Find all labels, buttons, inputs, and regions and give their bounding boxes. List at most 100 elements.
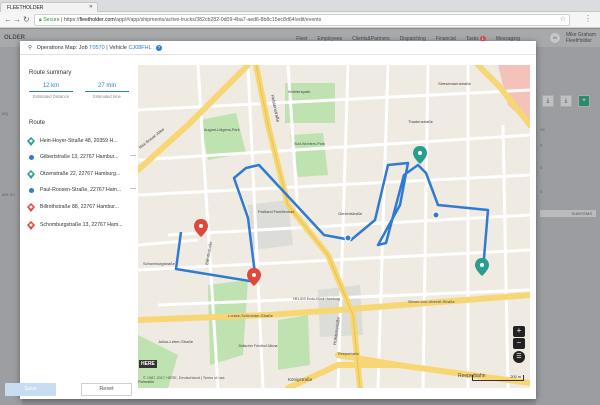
route-stop[interactable]: Schomburgstraße 13, 22767 Ham... [24,218,136,232]
place-label: Festland Familienbad [258,210,294,214]
time-value: 27 min [85,83,129,92]
route-stop-address: Schomburgstraße 13, 22767 Ham... [40,222,123,228]
address-bar: ← → ↻ 🔒︎ Secure | https://fleetholder.co… [0,12,600,28]
route-summary-title: Route summary [29,70,72,76]
remove-stop-icon[interactable]: — [130,153,136,159]
modal-header: ⚲ Operations Map: Job T0570 | Vehicle CJ… [20,41,536,55]
app-left-panel: ary are no [0,47,22,405]
secure-label: Secure [43,17,60,23]
street-label: Gerichtstraße [338,211,363,216]
teal-marker-icon[interactable] [413,146,427,164]
waypoint-dot-icon [27,153,34,160]
time-summary: 27 min Estimated time [85,83,129,99]
lock-icon: 🔒︎ [39,17,42,23]
vehicle-label: Vehicle [109,45,127,51]
street-label: Billrothstraße [204,240,213,265]
vehicle-link[interactable]: CJ08FHL [128,45,151,51]
add-icon[interactable]: + [578,95,590,107]
map-canvas: Holstenstraße Wohlerspark August-Lütgens… [138,65,530,388]
user-role: FleetHolder [565,38,592,44]
distance-label: Estimated Distance [32,94,70,99]
forward-icon[interactable]: → [13,15,21,24]
avatar[interactable]: M [550,33,560,43]
street-label: Stresemannstraße [438,81,472,86]
reset-button[interactable]: Reset [81,383,132,396]
back-icon[interactable]: ← [4,15,12,24]
route-stop-address: Billrothstraße 88, 22767 Hambur... [40,204,120,210]
route-stop-address: Gilbertstraße 13, 22767 Hambur... [40,154,119,160]
here-logo: HERE [139,360,157,368]
browser-menu-icon[interactable]: ⋮ [584,14,592,23]
teal-marker-icon [27,137,35,148]
right-item: 5 [540,143,543,148]
download-icon[interactable]: ⤓ [542,95,554,107]
route-map[interactable]: Holstenstraße Wohlerspark August-Lütgens… [138,65,530,388]
url-path: /app/#/app/shipments/active-trucks/382cb… [114,17,322,23]
job-link[interactable]: T0570 [89,45,105,51]
map-layers-icon[interactable]: ☰ [513,351,525,363]
teal-marker-icon[interactable] [475,258,489,276]
map-scale: 200 m [472,375,524,381]
user-info[interactable]: Mike Graham FleetHolder [566,32,596,44]
save-button[interactable]: Save [5,383,56,396]
route-stop[interactable]: Paul-Roosen-Straße, 22767 Ham... — [24,183,136,197]
job-label: Job [78,45,88,51]
tab-title: FLEETHOLDER [7,5,44,11]
url-host: fleetholder.com [79,17,115,23]
time-label: Estimated time [93,94,121,99]
url-prefix: https:// [63,17,80,23]
route-title: Route [29,120,46,126]
remove-stop-icon[interactable]: — [130,186,136,192]
waypoint-dot-icon [27,186,34,193]
route-stop-address: Hein-Hoyer-Straße 48, 20359 H... [40,138,118,144]
browser-tab[interactable]: FLEETHOLDER ✕ [0,2,98,12]
park-label: Wohlerspark [288,89,310,94]
url-field[interactable]: 🔒︎ Secure | https://fleetholder.com/app/… [34,14,570,26]
tab-close-icon[interactable]: ✕ [89,4,93,10]
park-label: August-Lütgens-Park [204,128,240,132]
reload-icon[interactable]: ↻ [23,15,30,24]
street-label: Julius-Leber-Straße [158,339,194,344]
browser-tab-bar: FLEETHOLDER ✕ [0,0,600,12]
teal-marker-icon [27,170,35,181]
station-label: Reeperbahn [338,352,359,356]
park-label: Süd-Wohlers-Park [294,142,325,146]
zoom-in-button[interactable]: + [513,326,525,337]
title-separator: | [106,45,108,51]
street-label: Königstraße [288,377,313,382]
route-stop[interactable]: Gilbertstraße 13, 22767 Hambur... — [24,150,136,164]
street-label: Schomburgstraße [143,261,176,266]
route-stop[interactable]: Billrothstraße 88, 22767 Hambur... [24,200,136,214]
map-copyright[interactable]: © 1987-2017 HERE, Deutschland | Terms of… [143,376,225,380]
waypoint-dot-icon[interactable] [432,211,440,219]
modal-title: Operations Map: [36,45,78,51]
park-area [278,315,310,370]
left-item: ary [2,111,9,116]
right-item: 5 [540,165,543,170]
location-pin-icon: ⚲ [28,45,33,51]
waypoint-dot-icon[interactable] [344,234,352,242]
route-stop-address: Otzenstraße 22, 22767 Hamburg... [40,171,121,177]
zoom-out-button[interactable]: − [513,338,525,349]
street-label: Thadenstraße [408,119,434,124]
distance-summary: 12 km Estimated Distance [29,83,73,99]
route-stop[interactable]: Otzenstraße 22, 22767 Hamburg... [24,167,136,181]
bookmark-star-icon[interactable]: ☆ [560,15,566,23]
street-label: Simon-von-Utrecht-Straße [408,299,455,304]
help-icon[interactable]: ? [156,45,163,51]
right-pill: SUBITEMS [540,210,596,217]
left-item: are no [2,192,15,197]
distance-value: 12 km [29,83,73,92]
street-label: Holstenstraße [270,94,281,123]
red-marker-icon [27,203,35,214]
route-stop[interactable]: Hein-Hoyer-Straße 48, 20359 H... [24,134,136,148]
route-summary: 12 km Estimated Distance 27 min Estimate… [29,83,130,103]
download-icon[interactable]: ⤓ [560,95,572,107]
street-label: Louise-Schroeder-Straße [228,313,274,318]
route-stop-address: Paul-Roosen-Straße, 22767 Ham... [40,187,122,193]
place-label: Jüdischer Friedhof Altona [238,344,278,348]
right-item: ns [540,127,545,132]
red-marker-icon [27,221,35,232]
app-right-panel: ⤓ ⤓ + ns 5 5 5 SUBITEMS [536,47,600,405]
right-item: 5 [540,189,543,194]
